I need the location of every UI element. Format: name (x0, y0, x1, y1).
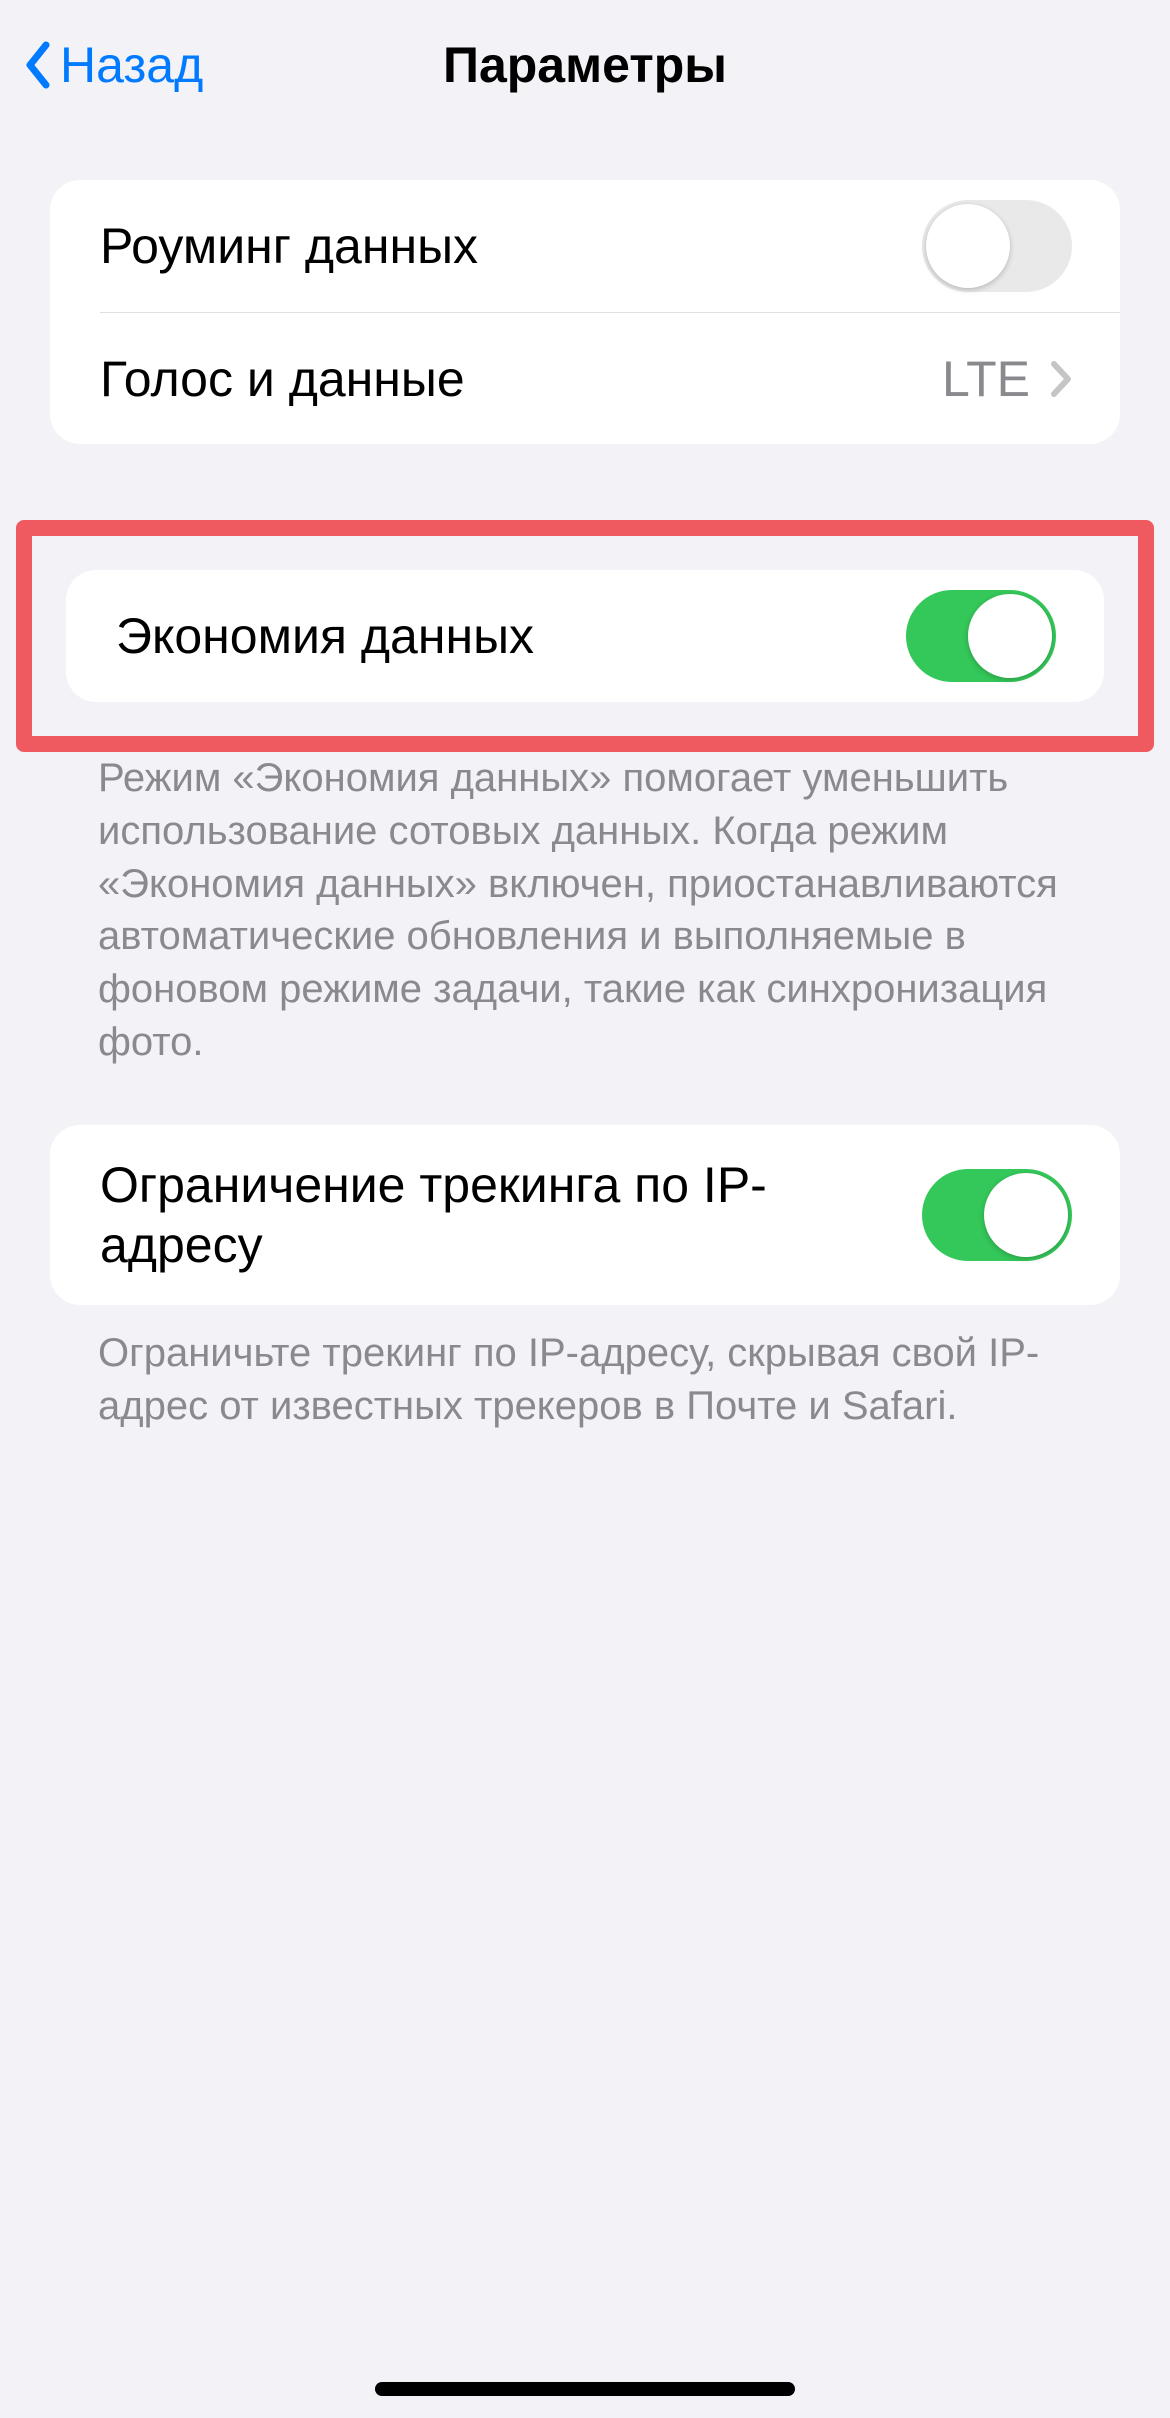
content: Роуминг данных Голос и данные LTE Эконом… (0, 130, 1170, 1432)
toggle-data-roaming[interactable] (922, 200, 1072, 292)
row-label: Роуминг данных (100, 186, 922, 306)
navigation-bar: Назад Параметры (0, 0, 1170, 130)
group-low-data-mode: Экономия данных (66, 570, 1104, 702)
toggle-knob (926, 204, 1010, 288)
footer-limit-ip-tracking: Ограничьте трекинг по IP-адресу, скрывая… (98, 1327, 1072, 1433)
chevron-left-icon (22, 41, 52, 89)
row-voice-and-data[interactable]: Голос и данные LTE (100, 312, 1120, 444)
row-label: Экономия данных (116, 576, 906, 696)
row-label: Голос и данные (100, 319, 942, 439)
home-indicator (375, 2382, 795, 2396)
toggle-knob (984, 1173, 1068, 1257)
row-value: LTE (942, 350, 1030, 408)
row-limit-ip-tracking[interactable]: Ограничение трекинга по IP-адресу (50, 1125, 1120, 1305)
chevron-right-icon (1050, 360, 1072, 398)
toggle-low-data-mode[interactable] (906, 590, 1056, 682)
back-button[interactable]: Назад (0, 0, 203, 130)
footer-low-data-mode: Режим «Экономия данных» помогает уменьши… (98, 752, 1072, 1069)
row-label: Ограничение трекинга по IP-адресу (100, 1125, 922, 1305)
highlight-frame: Экономия данных (16, 520, 1154, 752)
toggle-limit-ip-tracking[interactable] (922, 1169, 1072, 1261)
group-roaming-voice: Роуминг данных Голос и данные LTE (50, 180, 1120, 444)
row-data-roaming[interactable]: Роуминг данных (50, 180, 1120, 312)
row-low-data-mode[interactable]: Экономия данных (66, 570, 1104, 702)
back-label: Назад (60, 36, 203, 94)
toggle-knob (968, 594, 1052, 678)
group-limit-ip-tracking: Ограничение трекинга по IP-адресу (50, 1125, 1120, 1305)
